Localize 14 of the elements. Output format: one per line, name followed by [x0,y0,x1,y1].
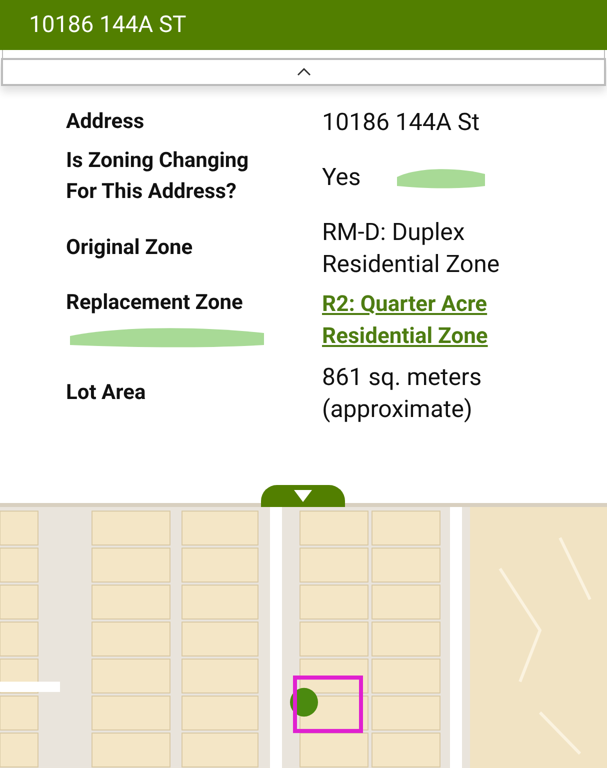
detail-label: Original Zone [66,234,194,262]
detail-label: Lot Area [66,380,147,406]
map-toggle-button[interactable] [261,485,345,507]
detail-label: Replacement Zone [66,290,244,317]
detail-label: Address [66,108,146,136]
header-title: 10186 144A ST [29,10,186,40]
chevron-up-icon [296,68,310,76]
triangle-down-icon [294,490,312,502]
zone-link[interactable]: R2: Quarter Acre Residential Zone [322,288,587,352]
detail-value: RM-D: Duplex Residential Zone [322,217,501,280]
detail-value: 861 sq. meters (approximate) [322,362,483,425]
detail-label: Is Zoning Changing For This Address? [66,148,250,206]
detail-value: 10186 144A St [322,107,480,138]
detail-value: Yes [322,162,361,193]
